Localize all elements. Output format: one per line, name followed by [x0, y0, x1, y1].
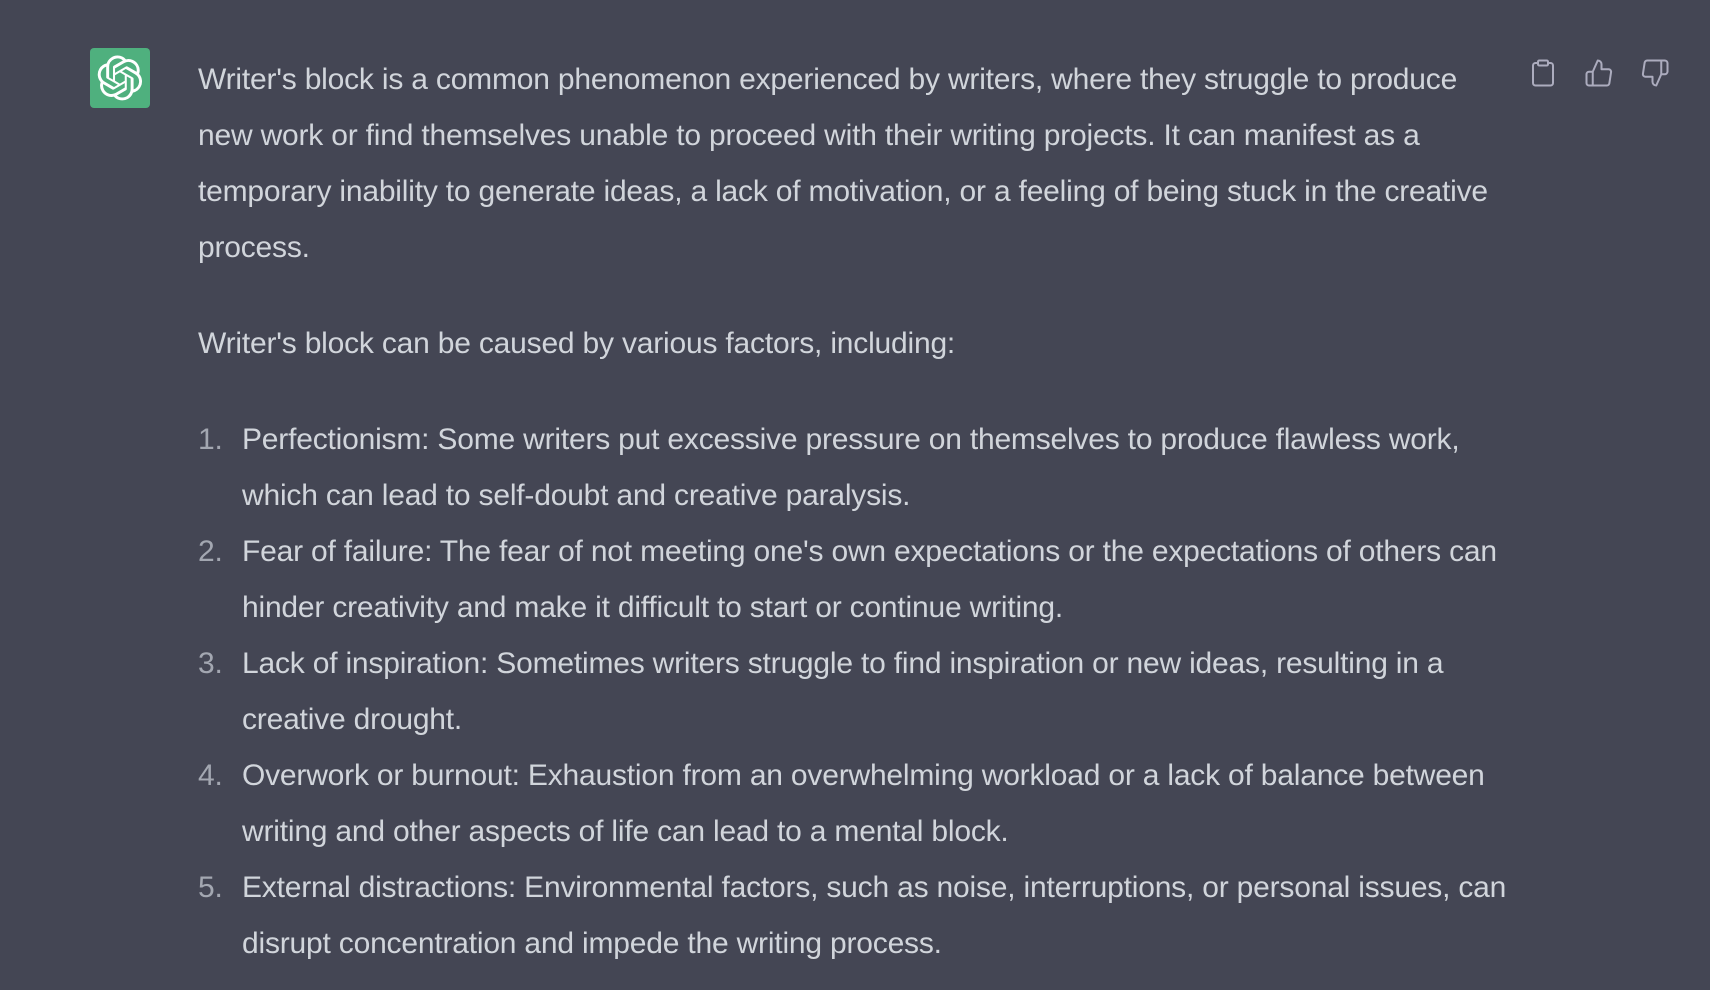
like-button[interactable]	[1582, 54, 1616, 92]
causes-intro-paragraph: Writer's block can be caused by various …	[198, 327, 956, 360]
list-item-text: Lack of inspiration: Sometimes writers s…	[242, 647, 1444, 736]
list-item-text: Overwork or burnout: Exhaustion from an …	[242, 759, 1485, 848]
thumbs-up-icon	[1585, 59, 1613, 87]
assistant-avatar	[90, 48, 150, 108]
list-item: 4. Overwork or burnout: Exhaustion from …	[198, 748, 1508, 860]
message-content: Writer's block is a common phenomenon ex…	[198, 52, 1508, 972]
list-item-number: 5.	[198, 871, 223, 904]
list-item-number: 4.	[198, 759, 223, 792]
list-item-number: 1.	[198, 423, 223, 456]
list-item-text: External distractions: Environmental fac…	[242, 871, 1507, 960]
copy-button[interactable]	[1526, 54, 1560, 92]
list-item: 2. Fear of failure: The fear of not meet…	[198, 524, 1508, 636]
message-actions	[1526, 54, 1672, 92]
list-item-number: 2.	[198, 535, 223, 568]
openai-logo-icon	[97, 55, 143, 101]
assistant-message: Writer's block is a common phenomenon ex…	[0, 0, 1710, 990]
causes-list: 1. Perfectionism: Some writers put exces…	[198, 412, 1508, 972]
intro-paragraph: Writer's block is a common phenomenon ex…	[198, 63, 1488, 264]
list-item-text: Fear of failure: The fear of not meeting…	[242, 535, 1497, 624]
list-item: 1. Perfectionism: Some writers put exces…	[198, 412, 1508, 524]
list-item: 3. Lack of inspiration: Sometimes writer…	[198, 636, 1508, 748]
dislike-button[interactable]	[1638, 54, 1672, 92]
clipboard-icon	[1532, 59, 1554, 87]
list-item-number: 3.	[198, 647, 223, 680]
list-item: 5. External distractions: Environmental …	[198, 860, 1508, 972]
thumbs-down-icon	[1641, 59, 1669, 87]
list-item-text: Perfectionism: Some writers put excessiv…	[242, 423, 1460, 512]
